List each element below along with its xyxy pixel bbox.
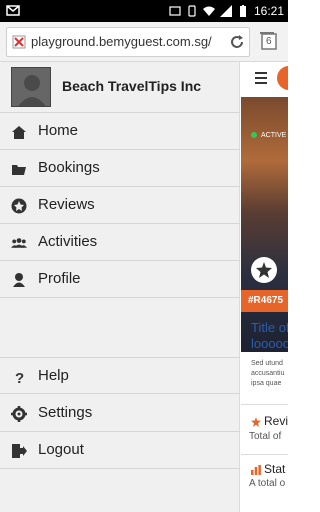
tab-count: 6	[266, 36, 272, 47]
folder-icon	[12, 165, 26, 175]
insecure-site-icon[interactable]	[12, 35, 26, 49]
star-icon	[251, 417, 261, 427]
app-top-bar	[241, 62, 288, 96]
avatar-placeholder-icon	[18, 75, 46, 106]
description-line: accusantiu	[251, 370, 285, 377]
vibrate-icon	[188, 5, 196, 17]
nav-item-label: Help	[38, 367, 69, 384]
description-line: Sed utund	[251, 360, 283, 367]
wifi-icon	[202, 6, 215, 16]
nav-item-label: Settings	[38, 404, 93, 421]
nav-item-bookings[interactable]: Bookings	[0, 150, 240, 187]
divider	[241, 404, 288, 405]
url-text[interactable]: playground.bemyguest.com.sg/	[31, 34, 231, 49]
activity-title-link[interactable]: Title of looooo	[251, 320, 288, 352]
reviews-title: Revi	[264, 414, 288, 428]
nav-item-label: Reviews	[38, 196, 95, 213]
reload-icon[interactable]	[229, 34, 245, 50]
nav-item-home[interactable]: Home	[0, 113, 240, 150]
nav-item-label: Bookings	[38, 159, 100, 176]
main-content: ACTIVE #R4675 Title of looooo Sed utund …	[241, 62, 288, 512]
help-icon: ?	[15, 370, 24, 385]
nav-item-settings[interactable]: Settings	[0, 395, 240, 432]
nav-item-label: Home	[38, 122, 79, 139]
activity-code: #R4675	[241, 290, 288, 312]
gear-icon	[11, 406, 27, 422]
cast-icon	[169, 6, 181, 16]
navigation-drawer: Beach TravelTips Inc Home Bookings Revie…	[0, 62, 240, 512]
bar-chart-icon	[251, 465, 261, 475]
nav-item-profile[interactable]: Profile	[0, 261, 240, 298]
svg-text:?: ?	[15, 370, 24, 385]
favorite-badge[interactable]	[251, 257, 277, 283]
status-bar: 16:21	[0, 0, 288, 22]
brand-name: Beach TravelTips Inc	[62, 78, 202, 94]
stats-subtitle: A total o	[249, 478, 286, 489]
activity-description: Sed utund accusantiu ipsa quae	[251, 359, 284, 389]
active-dot-icon	[251, 132, 257, 139]
notification-icon	[6, 5, 20, 16]
nav-item-label: Activities	[38, 233, 98, 250]
nav-item-reviews[interactable]: Reviews	[0, 187, 240, 224]
status-badge: ACTIVE	[251, 132, 286, 139]
nav-item-label: Logout	[38, 441, 84, 458]
app-logo	[277, 66, 288, 90]
star-badge-icon	[11, 198, 27, 214]
reviews-subtitle: Total of	[249, 431, 282, 442]
avatar	[11, 67, 51, 107]
nav-item-label: Profile	[38, 270, 81, 287]
description-line: ipsa quae	[251, 380, 282, 387]
divider	[241, 454, 288, 455]
nav-item-logout[interactable]: Logout	[0, 432, 240, 469]
status-text: ACTIVE	[261, 132, 287, 139]
stats-title: Stat	[264, 462, 286, 476]
activity-title-line: looooo	[251, 336, 288, 351]
star-icon	[256, 262, 272, 278]
menu-icon[interactable]	[255, 71, 267, 85]
url-bar[interactable]: playground.bemyguest.com.sg/	[6, 27, 250, 57]
browser-toolbar: playground.bemyguest.com.sg/ 6	[0, 22, 288, 62]
group-icon	[11, 238, 27, 248]
drawer-header: Beach TravelTips Inc	[0, 62, 240, 113]
logout-icon	[12, 444, 27, 458]
activity-title-line: Title of	[251, 320, 288, 335]
home-icon	[12, 126, 26, 139]
user-icon	[13, 273, 25, 287]
nav-item-activities[interactable]: Activities	[0, 224, 240, 261]
signal-icon	[219, 5, 232, 17]
clock: 16:21	[253, 4, 284, 18]
tab-switcher-button[interactable]: 6	[258, 30, 280, 52]
nav-item-help[interactable]: ? Help	[0, 357, 240, 394]
battery-icon	[239, 5, 246, 17]
